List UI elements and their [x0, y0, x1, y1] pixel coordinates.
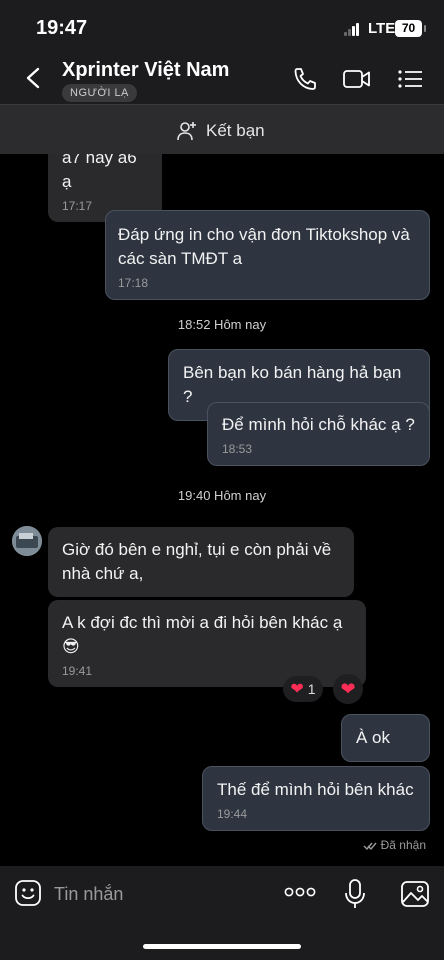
message-bubble[interactable]: Để mình hỏi chỗ khác ạ ? 18:53 [207, 402, 430, 466]
reaction-count: 1 [307, 681, 316, 697]
video-call-icon[interactable] [342, 66, 372, 92]
message-text: Đáp ứng in cho vận đơn Tiktokshop và các… [118, 225, 410, 268]
message-text: À ok [356, 728, 391, 747]
heart-icon: ❤ [290, 681, 304, 698]
message-text: a7 hay a6 ạ [62, 154, 137, 191]
image-icon[interactable] [400, 880, 430, 908]
add-friend-label: Kết bạn [206, 121, 265, 140]
date-separator: 19:40 Hôm nay [177, 488, 267, 503]
react-button[interactable]: ❤ [333, 674, 363, 704]
microphone-icon[interactable] [344, 878, 366, 910]
phone-icon[interactable] [290, 66, 320, 92]
message-bubble[interactable]: À ok [341, 714, 430, 762]
menu-icon[interactable] [396, 66, 426, 92]
back-icon[interactable] [20, 64, 48, 92]
message-time: 18:53 [222, 442, 253, 456]
message-text: Để mình hỏi chỗ khác ạ ? [222, 415, 415, 434]
reaction-summary[interactable]: ❤ 1 [283, 676, 323, 702]
contact-name[interactable]: Xprinter Việt Nam [62, 59, 229, 82]
message-list[interactable]: a7 hay a6 ạ 17:17 Đáp ứng in cho vận đơn… [0, 154, 444, 866]
status-time: 19:47 [36, 17, 88, 39]
message-bubble[interactable]: A k đợi đc thì mời a đi hỏi bên khác ạ 😎… [48, 600, 366, 687]
composer-bar [0, 866, 444, 960]
network-label: LTE [368, 20, 396, 37]
message-text: Giờ đó bên e nghỉ, tụi e còn phải về nhà… [62, 540, 332, 583]
emoji-icon[interactable] [14, 879, 42, 907]
add-friend-bar[interactable]: Kết bạn [0, 104, 444, 154]
avatar[interactable] [12, 526, 42, 556]
double-check-icon [363, 842, 377, 850]
chat-header: Xprinter Việt Nam NGƯỜI LẠ [0, 56, 444, 104]
avatar-image [12, 526, 42, 556]
message-bubble[interactable]: Đáp ứng in cho vận đơn Tiktokshop và các… [105, 210, 430, 300]
message-input[interactable] [54, 880, 274, 908]
message-time: 17:18 [118, 276, 149, 290]
stranger-badge: NGƯỜI LẠ [62, 84, 137, 102]
message-emoji: 😎 [62, 637, 80, 656]
heart-icon: ❤ [340, 678, 356, 699]
signal-icon [344, 23, 360, 36]
delivery-status: Đã nhận [363, 838, 426, 852]
message-time: 19:44 [217, 807, 248, 821]
home-indicator[interactable] [143, 944, 301, 949]
message-text: A k đợi đc thì mời a đi hỏi bên khác ạ [62, 613, 343, 632]
date-separator: 18:52 Hôm nay [177, 317, 267, 332]
battery-icon: 70 [395, 20, 426, 37]
more-icon[interactable] [284, 884, 316, 900]
message-bubble[interactable]: Giờ đó bên e nghỉ, tụi e còn phải về nhà… [48, 527, 354, 597]
status-bar: 19:47 LTE 70 [0, 0, 444, 56]
delivery-status-text: Đã nhận [380, 838, 426, 852]
message-bubble[interactable]: Thế để mình hỏi bên khác 19:44 [202, 766, 430, 831]
message-text: Thế để mình hỏi bên khác [217, 780, 414, 799]
add-friend-icon [177, 122, 196, 141]
